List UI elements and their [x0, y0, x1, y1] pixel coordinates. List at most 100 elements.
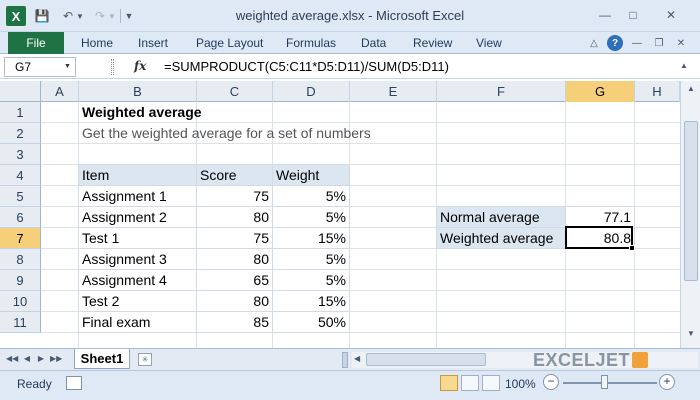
- table-cell-item[interactable]: Assignment 3: [79, 249, 197, 270]
- formula-expand-icon[interactable]: ▲: [680, 61, 688, 70]
- select-all-corner[interactable]: [0, 81, 41, 102]
- worksheet-grid[interactable]: ABCDEFGH 1 2 3 4 5 6 7 8 9 10 11 Weighted average Ge…: [0, 81, 680, 348]
- tab-home[interactable]: Home: [81, 36, 113, 50]
- workbook-minimize-icon[interactable]: —: [629, 35, 645, 51]
- page-layout-view-button[interactable]: [461, 375, 479, 391]
- table-cell-score[interactable]: 80: [197, 291, 273, 312]
- table-cell-score[interactable]: 85: [197, 312, 273, 333]
- column-header-d[interactable]: D: [273, 81, 350, 102]
- ribbon-collapse-icon[interactable]: △: [586, 35, 602, 51]
- column-header-h[interactable]: H: [635, 81, 680, 102]
- table-cell-item[interactable]: Assignment 2: [79, 207, 197, 228]
- row-header-8[interactable]: 8: [0, 249, 41, 270]
- zoom-level[interactable]: 100%: [505, 377, 536, 391]
- scroll-down-icon[interactable]: ▼: [684, 329, 698, 343]
- column-header-f[interactable]: F: [437, 81, 566, 102]
- insert-function-icon[interactable]: fx: [134, 59, 146, 73]
- minimize-button[interactable]: —: [592, 6, 618, 24]
- page-break-view-button[interactable]: [482, 375, 500, 391]
- table-header-item[interactable]: Item: [79, 165, 197, 186]
- summary-label[interactable]: Weighted average: [437, 228, 566, 249]
- table-cell-item[interactable]: Assignment 1: [79, 186, 197, 207]
- table-border: [272, 165, 273, 333]
- file-tab[interactable]: File: [8, 32, 64, 54]
- maximize-button[interactable]: □: [620, 6, 646, 24]
- table-cell-weight[interactable]: 5%: [273, 207, 350, 228]
- row-header-4[interactable]: 4: [0, 165, 41, 186]
- name-box-dropdown-icon[interactable]: ▼: [64, 63, 71, 70]
- row-header-9[interactable]: 9: [0, 270, 41, 291]
- row-header-3[interactable]: 3: [0, 144, 41, 165]
- row-header-7[interactable]: 7: [0, 228, 41, 249]
- insert-sheet-icon[interactable]: ✳: [138, 353, 152, 366]
- table-cell-weight[interactable]: 15%: [273, 291, 350, 312]
- sheet-title[interactable]: Weighted average: [79, 102, 339, 123]
- tab-split-handle[interactable]: [342, 352, 348, 368]
- table-cell-score[interactable]: 75: [197, 186, 273, 207]
- table-cell-weight[interactable]: 5%: [273, 270, 350, 291]
- vertical-scroll-thumb[interactable]: [684, 121, 698, 281]
- row-header-10[interactable]: 10: [0, 291, 41, 312]
- tab-page-layout[interactable]: Page Layout: [196, 36, 263, 50]
- workbook-close-icon[interactable]: ✕: [673, 35, 689, 51]
- row-header-6[interactable]: 6: [0, 207, 41, 228]
- table-border: [78, 165, 79, 333]
- tab-formulas[interactable]: Formulas: [286, 36, 336, 50]
- column-header-a[interactable]: A: [41, 81, 79, 102]
- scroll-up-icon[interactable]: ▲: [684, 84, 698, 98]
- next-sheet-icon[interactable]: ▶: [36, 354, 46, 366]
- first-sheet-icon[interactable]: ◀◀: [6, 354, 18, 366]
- prev-sheet-icon[interactable]: ◀: [22, 354, 32, 366]
- macro-record-icon[interactable]: [66, 376, 82, 390]
- scroll-left-icon[interactable]: ◀: [354, 354, 360, 363]
- table-border: [78, 311, 350, 312]
- table-cell-weight[interactable]: 5%: [273, 249, 350, 270]
- column-header-g[interactable]: G: [566, 81, 635, 102]
- zoom-slider[interactable]: [563, 382, 657, 384]
- column-header-e[interactable]: E: [350, 81, 437, 102]
- zoom-in-button[interactable]: +: [659, 374, 675, 390]
- table-cell-weight[interactable]: 5%: [273, 186, 350, 207]
- zoom-slider-thumb[interactable]: [601, 375, 608, 389]
- column-header-c[interactable]: C: [197, 81, 273, 102]
- row-header-11[interactable]: 11: [0, 312, 41, 333]
- fill-handle[interactable]: [629, 245, 635, 251]
- row-header-5[interactable]: 5: [0, 186, 41, 207]
- table-cell-score[interactable]: 80: [197, 207, 273, 228]
- table-border: [78, 248, 350, 249]
- zoom-out-button[interactable]: −: [543, 374, 559, 390]
- sheet-tab-sheet1[interactable]: Sheet1: [74, 349, 130, 369]
- table-cell-weight[interactable]: 50%: [273, 312, 350, 333]
- close-button[interactable]: ✕: [648, 6, 694, 24]
- column-headers: ABCDEFGH: [0, 81, 680, 102]
- table-cell-item[interactable]: Final exam: [79, 312, 197, 333]
- tab-data[interactable]: Data: [361, 36, 386, 50]
- table-cell-score[interactable]: 75: [197, 228, 273, 249]
- table-cell-item[interactable]: Assignment 4: [79, 270, 197, 291]
- row-header-1[interactable]: 1: [0, 102, 41, 123]
- last-sheet-icon[interactable]: ▶▶: [50, 354, 62, 366]
- vertical-scrollbar[interactable]: ▲ ▼: [680, 81, 700, 348]
- formula-input[interactable]: =SUMPRODUCT(C5:C11*D5:D11)/SUM(D5:D11): [160, 57, 676, 77]
- workbook-restore-icon[interactable]: ❐: [651, 35, 667, 51]
- summary-label[interactable]: Normal average: [437, 207, 566, 228]
- row-header-2[interactable]: 2: [0, 123, 41, 144]
- table-cell-weight[interactable]: 15%: [273, 228, 350, 249]
- horizontal-scroll-thumb[interactable]: [366, 353, 486, 366]
- tab-insert[interactable]: Insert: [138, 36, 168, 50]
- table-header-weight[interactable]: Weight: [273, 165, 350, 186]
- table-cell-score[interactable]: 80: [197, 249, 273, 270]
- table-cell-item[interactable]: Test 1: [79, 228, 197, 249]
- normal-view-button[interactable]: [440, 375, 458, 391]
- table-cell-score[interactable]: 65: [197, 270, 273, 291]
- table-cell-item[interactable]: Test 2: [79, 291, 197, 312]
- help-icon[interactable]: ?: [607, 35, 623, 51]
- table-border: [634, 207, 635, 249]
- column-header-b[interactable]: B: [79, 81, 197, 102]
- tab-view[interactable]: View: [476, 36, 502, 50]
- table-border: [196, 165, 197, 333]
- table-header-score[interactable]: Score: [197, 165, 273, 186]
- summary-value[interactable]: 77.1: [566, 207, 635, 228]
- tab-review[interactable]: Review: [413, 36, 452, 50]
- sheet-subtitle[interactable]: Get the weighted average for a set of nu…: [79, 123, 439, 144]
